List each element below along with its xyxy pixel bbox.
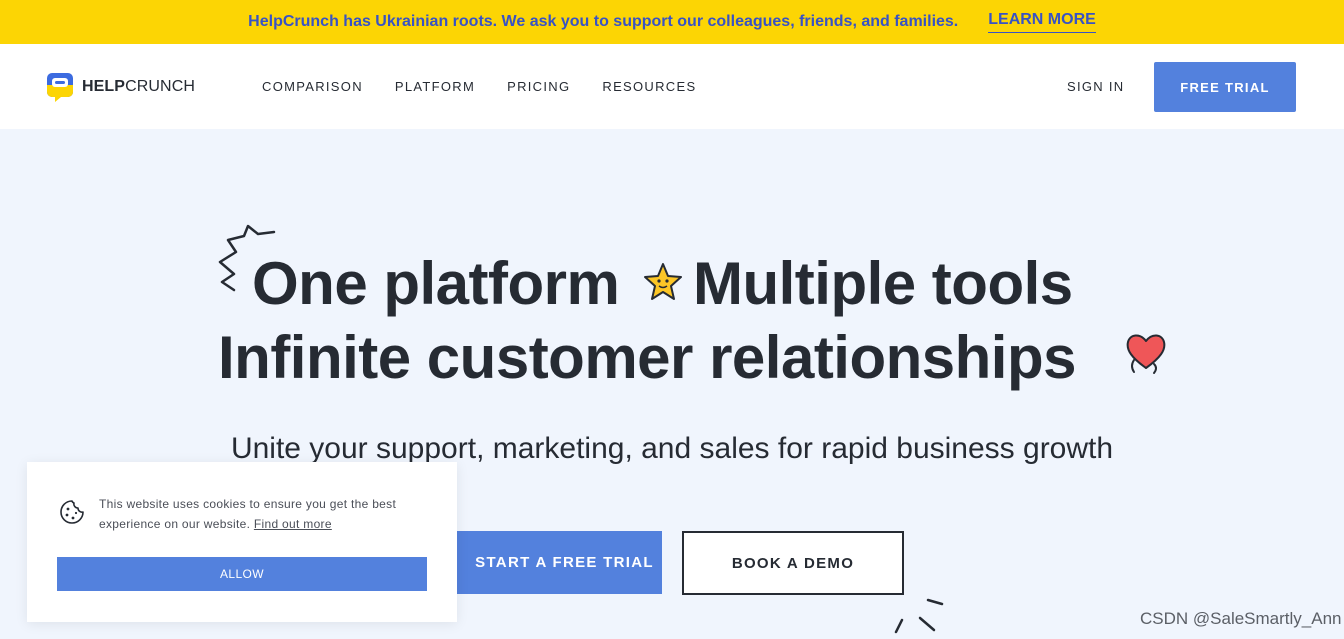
cookie-consent-banner: This website uses cookies to ensure you … (27, 462, 457, 622)
book-demo-button[interactable]: BOOK A DEMO (682, 531, 904, 595)
cookie-icon (60, 500, 84, 524)
nav-item-pricing[interactable]: PRICING (507, 79, 570, 94)
logo-text: HELPCRUNCH (82, 78, 196, 95)
sign-in-link[interactable]: SIGN IN (1067, 79, 1125, 94)
banner-text: HelpCrunch has Ukrainian roots. We ask y… (248, 13, 959, 30)
allow-cookies-button[interactable]: ALLOW (57, 557, 427, 591)
nav-item-resources[interactable]: RESOURCES (602, 79, 696, 94)
nav-item-comparison[interactable]: COMPARISON (262, 79, 363, 94)
logo-icon (47, 73, 73, 102)
top-navbar: HELPCRUNCH COMPARISON PLATFORM PRICING R… (0, 44, 1344, 129)
watermark: CSDN @SaleSmartly_Ann (1140, 609, 1342, 628)
nav-item-platform[interactable]: PLATFORM (395, 79, 475, 94)
headline-line2: Infinite customer relationships (218, 324, 1077, 391)
start-free-trial-button[interactable]: START A FREE TRIAL (437, 531, 662, 594)
spark-icon (894, 598, 944, 634)
learn-more-link[interactable]: LEARN MORE (988, 11, 1096, 33)
star-icon (644, 263, 682, 300)
headline-line1b: Multiple tools (693, 250, 1073, 317)
free-trial-button[interactable]: FREE TRIAL (1154, 62, 1296, 112)
hero-subtitle: Unite your support, marketing, and sales… (230, 432, 1114, 465)
helpcrunch-logo[interactable]: HELPCRUNCH (45, 71, 195, 103)
find-out-more-link[interactable]: Find out more (254, 517, 332, 531)
headline-line1a: One platform (252, 250, 620, 317)
heart-icon (1126, 334, 1166, 374)
cookie-message: This website uses cookies to ensure you … (99, 494, 439, 534)
cookie-message-text: This website uses cookies to ensure you … (99, 497, 397, 531)
nav-menu: COMPARISON PLATFORM PRICING RESOURCES (262, 79, 728, 94)
ukraine-banner: HelpCrunch has Ukrainian roots. We ask y… (0, 0, 1344, 44)
